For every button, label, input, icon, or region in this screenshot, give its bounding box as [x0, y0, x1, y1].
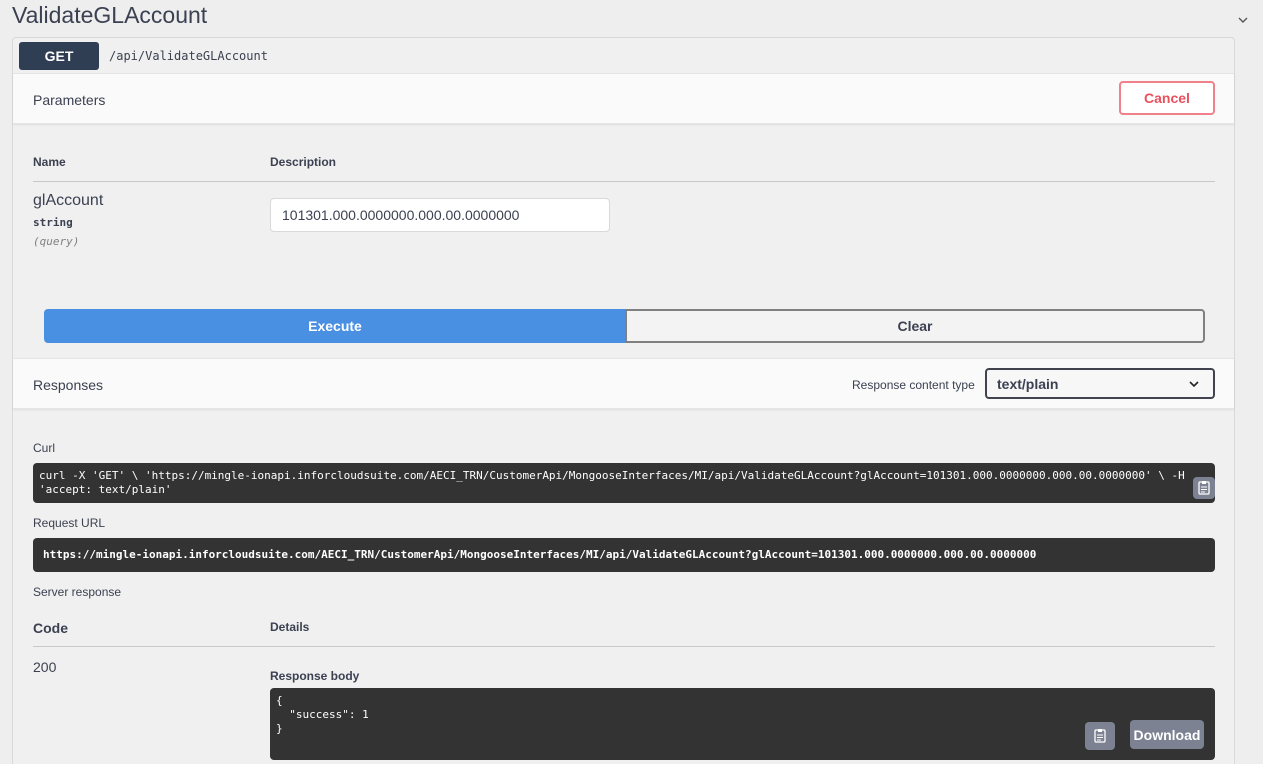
clipboard-copy-icon	[1094, 729, 1106, 743]
content-type-label: Response content type	[852, 378, 975, 392]
request-url-label: Request URL	[33, 516, 106, 530]
request-url-box: https://mingle-ionapi.inforcloudsuite.co…	[33, 538, 1215, 572]
col-name-header: Name	[33, 155, 66, 169]
col-details-header: Details	[270, 620, 310, 634]
param-location: (query)	[33, 235, 80, 248]
parameters-title: Parameters	[33, 92, 106, 108]
copy-response-button[interactable]	[1085, 722, 1115, 750]
divider	[33, 181, 1215, 182]
responses-title: Responses	[33, 377, 104, 393]
download-button[interactable]: Download	[1130, 720, 1204, 749]
chevron-down-icon	[1189, 381, 1199, 388]
response-body-label: Response body	[270, 669, 360, 683]
server-response-label: Server response	[33, 585, 122, 599]
col-code-header: Code	[33, 620, 68, 636]
content-type-select[interactable]: text/plain	[985, 368, 1215, 399]
responses-header: Responses Response content type text/pla…	[13, 358, 1234, 409]
clipboard-copy-icon	[1198, 481, 1210, 495]
cancel-button[interactable]: Cancel	[1119, 81, 1215, 115]
operation-summary[interactable]: GET /api/ValidateGLAccount	[13, 38, 1234, 73]
response-body-box: { "success": 1 } Download	[270, 688, 1215, 760]
method-badge: GET	[19, 42, 99, 70]
param-type: string	[33, 216, 73, 229]
curl-label: Curl	[33, 441, 56, 455]
operation-path: /api/ValidateGLAccount	[109, 49, 268, 63]
divider	[33, 646, 1215, 647]
parameters-header: Parameters Cancel	[13, 73, 1234, 124]
curl-command: curl -X 'GET' \ 'https://mingle-ionapi.i…	[39, 469, 1192, 496]
glaccount-input[interactable]	[270, 198, 610, 232]
request-url: https://mingle-ionapi.inforcloudsuite.co…	[43, 548, 1037, 561]
clear-button[interactable]: Clear	[625, 309, 1205, 343]
execute-button[interactable]: Execute	[44, 309, 626, 343]
copy-curl-button[interactable]	[1193, 477, 1215, 499]
response-body: { "success": 1 }	[276, 694, 369, 735]
operation-block: GET /api/ValidateGLAccount Parameters Ca…	[12, 37, 1235, 764]
col-description-header: Description	[270, 155, 337, 169]
param-name: glAccount	[33, 192, 104, 209]
page-title: ValidateGLAccount	[12, 2, 208, 28]
content-type-value: text/plain	[997, 375, 1059, 392]
chevron-down-icon[interactable]	[1237, 14, 1249, 26]
curl-box: curl -X 'GET' \ 'https://mingle-ionapi.i…	[33, 463, 1215, 503]
status-code: 200	[33, 659, 57, 675]
